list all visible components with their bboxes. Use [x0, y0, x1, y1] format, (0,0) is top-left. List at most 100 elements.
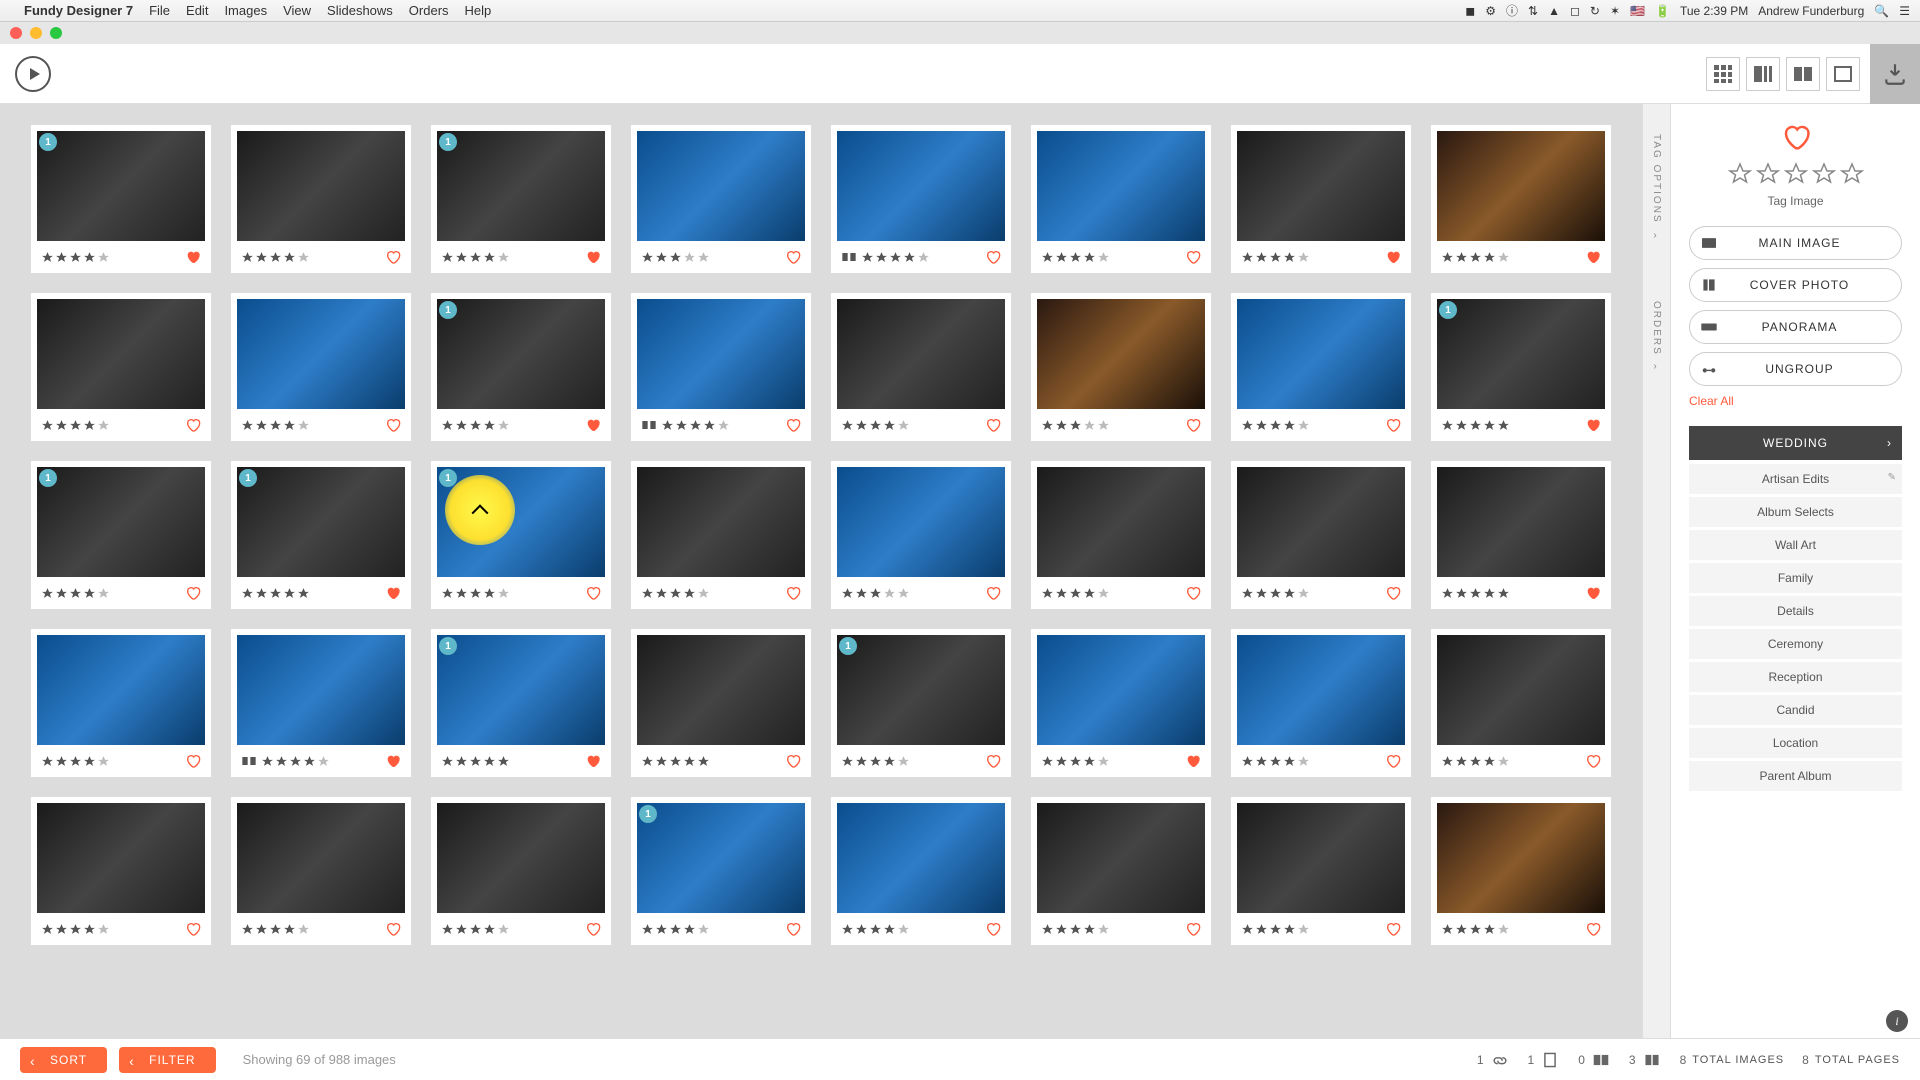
- thumb-image[interactable]: [237, 299, 405, 409]
- thumb[interactable]: 1: [430, 124, 612, 274]
- thumb[interactable]: 1: [230, 460, 412, 610]
- rating-stars[interactable]: [1689, 162, 1902, 186]
- tag-btn-main[interactable]: MAIN IMAGE: [1689, 226, 1902, 260]
- status-icon[interactable]: ⇅: [1528, 4, 1538, 18]
- thumb-rating[interactable]: [1241, 251, 1310, 264]
- heart-icon[interactable]: [1185, 585, 1201, 601]
- heart-icon[interactable]: [385, 417, 401, 433]
- heart-icon[interactable]: [185, 753, 201, 769]
- category-item[interactable]: Family: [1689, 563, 1902, 593]
- flag-icon[interactable]: 🇺🇸: [1630, 4, 1645, 18]
- category-item[interactable]: Ceremony: [1689, 629, 1902, 659]
- thumb-image[interactable]: [1237, 467, 1405, 577]
- heart-icon[interactable]: [1385, 417, 1401, 433]
- heart-icon[interactable]: [1585, 753, 1601, 769]
- clock[interactable]: Tue 2:39 PM: [1680, 4, 1748, 18]
- heart-icon[interactable]: [785, 753, 801, 769]
- thumb-image[interactable]: 1: [1437, 299, 1605, 409]
- heart-icon[interactable]: [585, 921, 601, 937]
- heart-icon[interactable]: [185, 249, 201, 265]
- thumb-rating[interactable]: [1241, 923, 1310, 936]
- thumb-image[interactable]: [1437, 131, 1605, 241]
- heart-icon[interactable]: [185, 585, 201, 601]
- tag-btn-ungroup[interactable]: UNGROUP: [1689, 352, 1902, 386]
- thumb-rating[interactable]: [441, 251, 510, 264]
- thumb-rating[interactable]: [441, 419, 510, 432]
- thumb[interactable]: [30, 796, 212, 946]
- thumb-image[interactable]: [1037, 131, 1205, 241]
- thumb-image[interactable]: 1: [437, 131, 605, 241]
- thumb[interactable]: [430, 796, 612, 946]
- thumb-image[interactable]: [837, 467, 1005, 577]
- thumb-rating[interactable]: [841, 923, 910, 936]
- thumb[interactable]: [230, 292, 412, 442]
- maximize-button[interactable]: [50, 27, 62, 39]
- heart-icon[interactable]: [585, 585, 601, 601]
- status-icon[interactable]: ▲: [1548, 4, 1560, 18]
- thumb[interactable]: [630, 124, 812, 274]
- heart-icon[interactable]: [385, 249, 401, 265]
- view-columns-button[interactable]: [1746, 57, 1780, 91]
- thumb-image[interactable]: [637, 467, 805, 577]
- thumb-image[interactable]: [1237, 131, 1405, 241]
- status-icon[interactable]: ⚙: [1485, 4, 1496, 18]
- thumb-image[interactable]: [237, 803, 405, 913]
- heart-icon[interactable]: [1385, 921, 1401, 937]
- category-item[interactable]: Candid: [1689, 695, 1902, 725]
- thumb[interactable]: 1: [430, 628, 612, 778]
- thumb-rating[interactable]: [241, 923, 310, 936]
- thumb-rating[interactable]: [641, 755, 710, 768]
- thumb[interactable]: 1: [830, 628, 1012, 778]
- favorite-heart-icon[interactable]: [1781, 122, 1811, 152]
- category-item[interactable]: Album Selects: [1689, 497, 1902, 527]
- thumb-image[interactable]: [1037, 467, 1205, 577]
- thumb-rating[interactable]: [1041, 587, 1110, 600]
- thumb-image[interactable]: 1: [437, 635, 605, 745]
- heart-icon[interactable]: [1385, 753, 1401, 769]
- thumb-rating[interactable]: [1441, 419, 1510, 432]
- sort-button[interactable]: SORT: [20, 1047, 107, 1073]
- thumb[interactable]: [1430, 460, 1612, 610]
- thumb[interactable]: [1230, 292, 1412, 442]
- category-item[interactable]: Details: [1689, 596, 1902, 626]
- thumb-image[interactable]: [37, 635, 205, 745]
- thumb-image[interactable]: [1237, 803, 1405, 913]
- thumb[interactable]: [230, 628, 412, 778]
- thumb-rating[interactable]: [1441, 251, 1510, 264]
- thumb-image[interactable]: 1: [637, 803, 805, 913]
- heart-icon[interactable]: [785, 921, 801, 937]
- thumb-rating[interactable]: [1241, 419, 1310, 432]
- thumb-image[interactable]: [437, 803, 605, 913]
- heart-icon[interactable]: [985, 921, 1001, 937]
- view-single-button[interactable]: [1826, 57, 1860, 91]
- heart-icon[interactable]: [1585, 585, 1601, 601]
- thumb-rating[interactable]: [261, 755, 330, 768]
- status-icon[interactable]: ⓘ: [1506, 2, 1518, 19]
- category-item[interactable]: Location: [1689, 728, 1902, 758]
- menu-view[interactable]: View: [283, 3, 311, 18]
- thumb-rating[interactable]: [861, 251, 930, 264]
- thumb-image[interactable]: [1037, 635, 1205, 745]
- info-badge[interactable]: i: [1886, 1010, 1908, 1032]
- heart-icon[interactable]: [785, 585, 801, 601]
- thumb-rating[interactable]: [241, 419, 310, 432]
- thumb-rating[interactable]: [641, 587, 710, 600]
- thumb[interactable]: [830, 292, 1012, 442]
- heart-icon[interactable]: [985, 249, 1001, 265]
- category-item[interactable]: Parent Album: [1689, 761, 1902, 791]
- menu-icon[interactable]: ☰: [1899, 4, 1910, 18]
- tab-tag-options[interactable]: TAG OPTIONS›: [1651, 124, 1662, 251]
- menu-images[interactable]: Images: [224, 3, 267, 18]
- thumb-image[interactable]: [837, 131, 1005, 241]
- status-icon[interactable]: ↻: [1590, 4, 1600, 18]
- thumb[interactable]: [630, 292, 812, 442]
- thumb-image[interactable]: [837, 803, 1005, 913]
- thumb[interactable]: 1: [430, 292, 612, 442]
- thumb-image[interactable]: [37, 803, 205, 913]
- heart-icon[interactable]: [385, 753, 401, 769]
- heart-icon[interactable]: [185, 921, 201, 937]
- thumb-rating[interactable]: [441, 587, 510, 600]
- thumb[interactable]: [1030, 460, 1212, 610]
- tag-btn-pano[interactable]: PANORAMA: [1689, 310, 1902, 344]
- thumb-rating[interactable]: [1041, 755, 1110, 768]
